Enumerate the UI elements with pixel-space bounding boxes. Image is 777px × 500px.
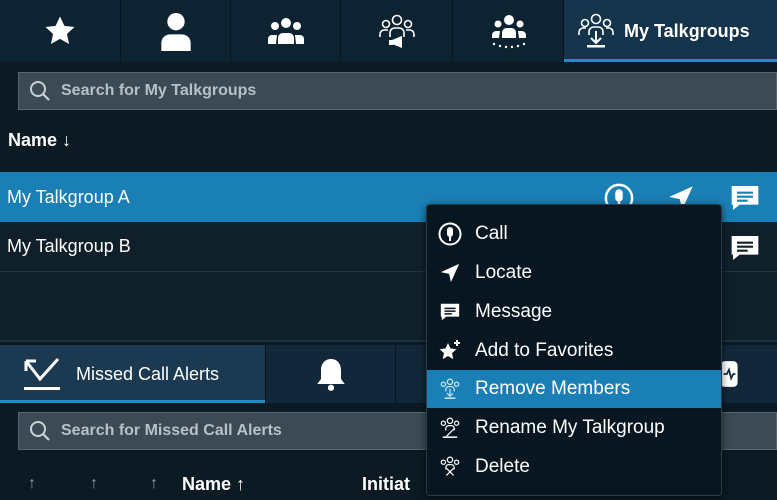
tab-favorites[interactable] (0, 0, 120, 62)
sort-column-3[interactable]: ↑ (150, 468, 158, 500)
name-column-header[interactable]: Name ↓ (8, 130, 71, 151)
tab-talkgroups-broadcast[interactable] (340, 0, 453, 62)
search-input[interactable]: Search for My Talkgroups (18, 72, 777, 110)
menu-item-label: Call (475, 223, 508, 244)
tab-missed-call-alerts-label: Missed Call Alerts (76, 363, 220, 384)
context-menu: Call Locate Message Add to Favorites Rem… (426, 204, 722, 496)
menu-item-label: Delete (475, 456, 530, 477)
top-tab-bar: My Talkgroups (0, 0, 777, 62)
delete-icon (440, 456, 460, 476)
menu-item-message[interactable]: Message (427, 293, 721, 331)
sort-down-icon: ↓ (62, 130, 72, 150)
menu-item-label: Remove Members (475, 378, 631, 399)
name-column-header[interactable]: Name ↑ (182, 468, 245, 500)
talkgroup-broadcast-icon (379, 14, 415, 48)
message-icon[interactable] (728, 232, 762, 264)
tab-my-talkgroups-label: My Talkgroups (624, 20, 750, 41)
tab-my-talkgroups[interactable]: My Talkgroups (563, 0, 777, 62)
person-icon (161, 13, 191, 51)
tab-groups[interactable] (230, 0, 341, 62)
search-placeholder: Search for Missed Call Alerts (61, 422, 282, 439)
bell-icon (317, 359, 345, 391)
tab-contacts[interactable] (120, 0, 231, 62)
menu-item-call[interactable]: Call (427, 215, 721, 253)
menu-item-remove-members[interactable]: Remove Members (427, 370, 721, 408)
menu-item-label: Rename My Talkgroup (475, 417, 665, 438)
menu-item-locate[interactable]: Locate (427, 254, 721, 292)
tab-alerts[interactable] (265, 345, 396, 403)
rename-icon (440, 417, 460, 438)
missed-call-icon (24, 357, 60, 390)
talkgroup-dispatch-icon (491, 15, 526, 49)
call-icon (438, 222, 462, 246)
menu-item-delete[interactable]: Delete (427, 448, 721, 486)
locate-icon (440, 263, 460, 283)
menu-item-label: Message (475, 301, 553, 322)
remove-members-icon (440, 378, 460, 399)
search-icon (30, 81, 50, 101)
search-icon (30, 421, 50, 441)
my-talkgroups-icon (578, 13, 614, 48)
initiator-column-header[interactable]: Initiat (362, 468, 410, 500)
group-icon (268, 18, 304, 44)
menu-item-label: Add to Favorites (475, 340, 614, 361)
add-favorite-icon (439, 340, 460, 360)
sort-column-2[interactable]: ↑ (90, 468, 98, 500)
menu-item-rename-my-talkgroup[interactable]: Rename My Talkgroup (427, 409, 721, 447)
tab-talkgroups-dispatch[interactable] (452, 0, 564, 62)
talkgroup-name: My Talkgroup B (7, 236, 131, 256)
search-placeholder: Search for My Talkgroups (61, 82, 257, 99)
tab-missed-call-alerts[interactable]: Missed Call Alerts (0, 345, 265, 403)
star-icon (45, 16, 75, 45)
menu-item-label: Locate (475, 262, 533, 283)
name-column-label: Name (8, 130, 58, 150)
message-icon[interactable] (728, 182, 762, 214)
talkgroup-name: My Talkgroup A (7, 186, 130, 207)
menu-item-add-to-favorites[interactable]: Add to Favorites (427, 332, 721, 370)
sort-column-1[interactable]: ↑ (28, 468, 36, 500)
message-icon (440, 303, 460, 321)
